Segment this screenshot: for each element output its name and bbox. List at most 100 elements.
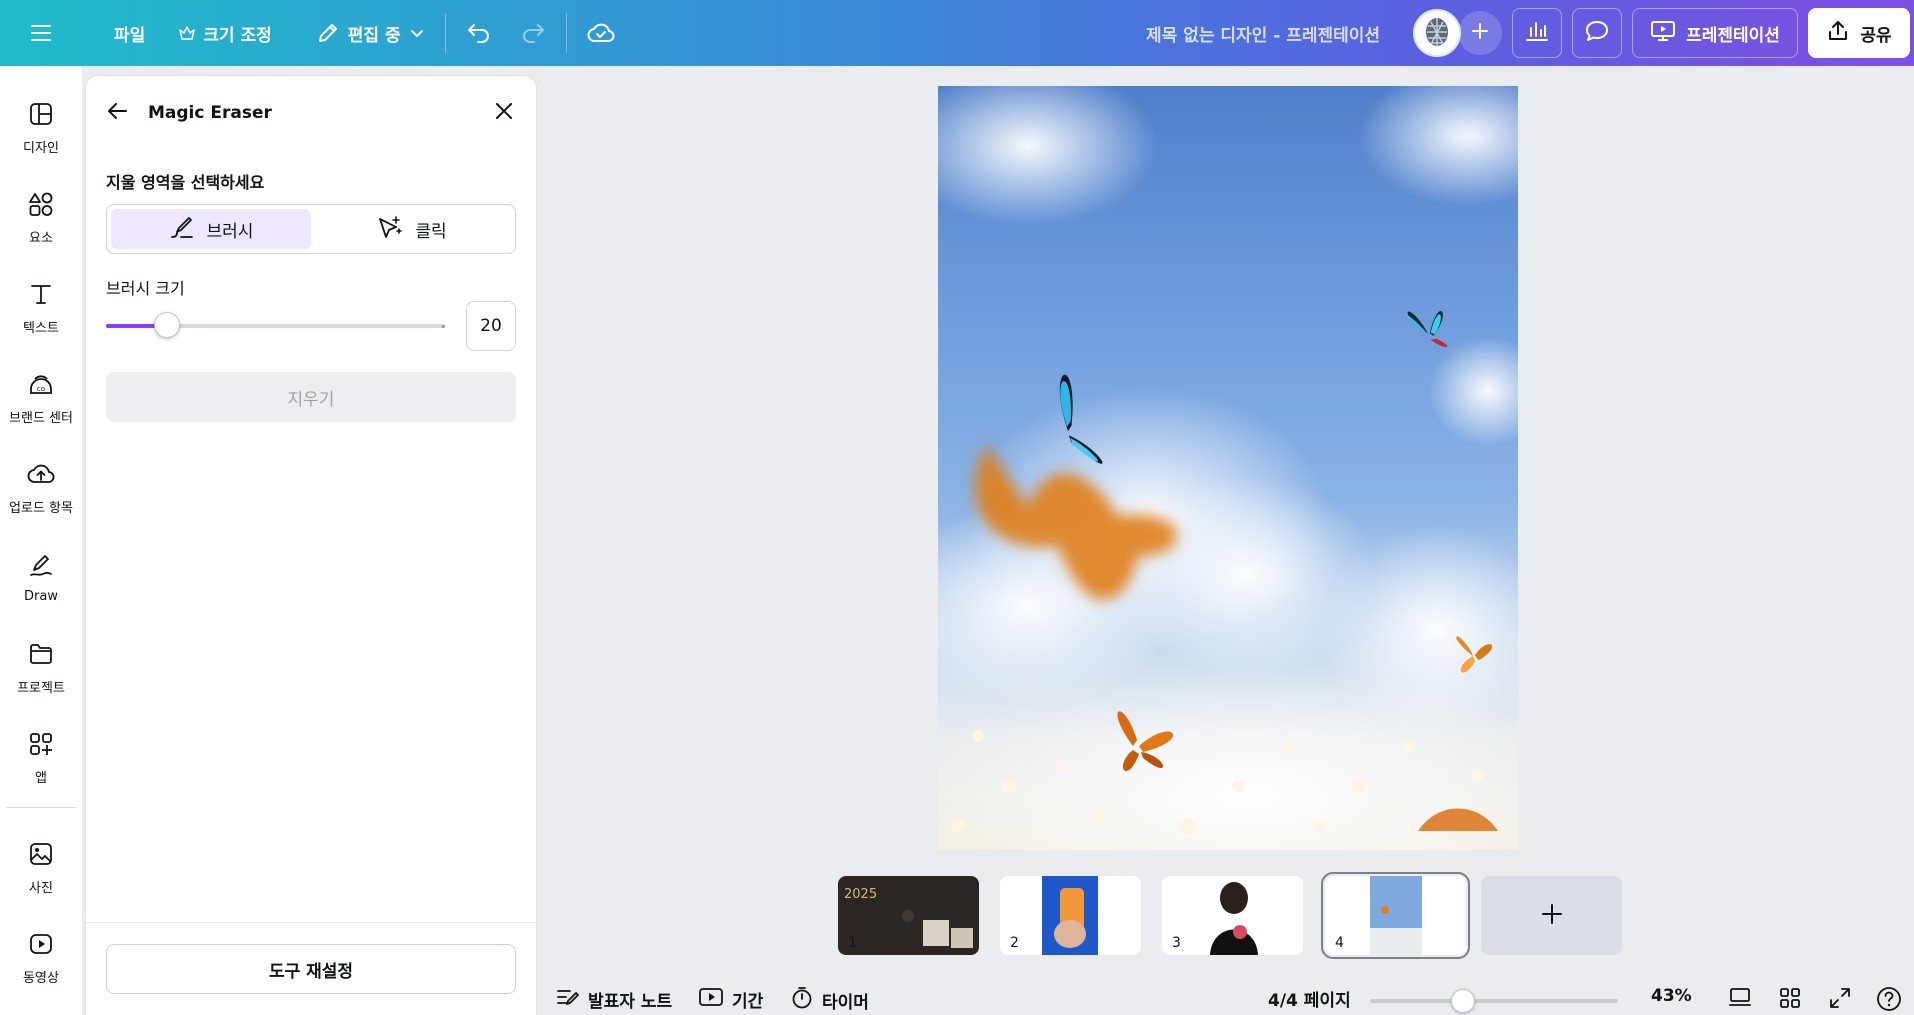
menu-button[interactable] — [26, 10, 56, 56]
page-2-preview — [1000, 876, 1141, 955]
brush-icon — [169, 214, 195, 245]
help-button[interactable] — [1876, 986, 1902, 1015]
redo-icon — [520, 22, 546, 44]
page-3-preview — [1162, 876, 1303, 955]
sidebar-item-text[interactable]: 텍스트 — [0, 268, 82, 348]
brush-size-input[interactable]: 20 — [466, 301, 516, 351]
page-thumbnail[interactable]: 2025 1 — [838, 876, 979, 955]
zoom-label: 43% — [1651, 986, 1692, 1006]
sidebar-item-uploads[interactable]: 업로드 항목 — [0, 448, 82, 528]
back-arrow-icon[interactable] — [106, 99, 130, 127]
apps-icon — [28, 731, 54, 761]
file-menu-label: 파일 — [114, 25, 146, 46]
footer-divider — [86, 922, 536, 923]
redo-button[interactable] — [506, 10, 560, 56]
magic-eraser-panel: Magic Eraser 지울 영역을 선택하세요 브러시 클릭 브러시 크기 … — [86, 76, 536, 1015]
sidebar-item-label: 텍스트 — [23, 320, 59, 336]
sidebar-item-label: 요소 — [29, 230, 53, 246]
share-label: 공유 — [1860, 25, 1892, 46]
text-icon — [28, 281, 54, 311]
slider-end-dot — [442, 325, 445, 328]
share-button[interactable]: 공유 — [1808, 8, 1910, 58]
pencil-icon — [316, 21, 340, 45]
save-status-button[interactable] — [573, 10, 629, 56]
notes-view-button[interactable] — [1728, 986, 1752, 1013]
folder-icon — [28, 641, 54, 671]
file-menu-button[interactable]: 파일 — [100, 10, 159, 56]
stopwatch-icon — [790, 986, 814, 1015]
grid-view-button[interactable] — [1778, 986, 1802, 1015]
zoom-slider[interactable] — [1370, 999, 1618, 1003]
fullscreen-button[interactable] — [1828, 986, 1852, 1015]
slider-thumb[interactable] — [154, 312, 180, 338]
sidebar-item-label: 앱 — [35, 770, 47, 786]
sidebar-item-projects[interactable]: 프로젝트 — [0, 628, 82, 708]
comment-icon — [1584, 19, 1610, 48]
speaker-notes-button[interactable]: 발표자 노트 — [556, 986, 672, 1013]
click-mode-button[interactable]: 클릭 — [311, 209, 511, 249]
add-collaborator-button[interactable] — [1458, 11, 1502, 55]
brush-mode-button[interactable]: 브러시 — [111, 209, 311, 249]
page-indicator[interactable]: 4/4 페이지 — [1268, 986, 1351, 1011]
page-1-preview: 2025 — [838, 876, 979, 955]
resize-button[interactable]: 크기 조정 — [165, 10, 285, 56]
sidebar-item-apps[interactable]: 앱 — [0, 718, 82, 798]
sidebar-item-brand[interactable]: co 브랜드 센터 — [0, 358, 82, 438]
sidebar-item-label: Draw — [24, 588, 58, 604]
canvas-page-image[interactable] — [938, 86, 1518, 850]
expand-icon — [1828, 986, 1852, 1015]
sidebar-item-label: 업로드 항목 — [9, 500, 73, 516]
add-page-button[interactable] — [1481, 876, 1622, 955]
sidebar-item-label: 사진 — [29, 880, 53, 896]
page-thumbnail[interactable]: 2 — [1000, 876, 1141, 955]
select-area-label: 지울 영역을 선택하세요 — [106, 173, 265, 192]
brush-size-slider[interactable] — [106, 312, 444, 338]
sidebar-item-elements[interactable]: 요소 — [0, 178, 82, 258]
timer-label: 타이머 — [822, 993, 869, 1013]
bar-chart-icon — [1525, 20, 1549, 47]
present-label: 프레젠테이션 — [1686, 25, 1780, 46]
divider — [444, 13, 446, 53]
erase-button[interactable]: 지우기 — [106, 372, 516, 422]
page-number: 1 — [848, 935, 857, 951]
page-thumbnail-selected[interactable]: 4 — [1321, 872, 1470, 959]
plus-icon — [1540, 902, 1564, 930]
avatar[interactable] — [1413, 9, 1461, 57]
brush-size-label: 브러시 크기 — [106, 279, 185, 298]
reset-tool-button[interactable]: 도구 재설정 — [106, 944, 516, 994]
mode-toggle: 브러시 클릭 — [106, 204, 516, 254]
panel-header: Magic Eraser — [106, 96, 516, 130]
chevron-down-icon — [409, 25, 425, 41]
click-mode-label: 클릭 — [415, 221, 447, 242]
sidebar-item-videos[interactable]: 동영상 — [0, 918, 82, 998]
edit-mode-label: 편집 중 — [347, 25, 401, 46]
left-sidebar: 디자인 요소 텍스트 co 브랜드 센터 업로드 항목 Draw 프로젝트 앱 … — [0, 66, 82, 1015]
duration-button[interactable]: 기간 — [698, 986, 763, 1013]
sidebar-item-design[interactable]: 디자인 — [0, 88, 82, 168]
zoom-level[interactable]: 43% — [1651, 986, 1692, 1006]
upload-icon — [1826, 19, 1850, 48]
plus-icon — [1470, 21, 1490, 45]
resize-label: 크기 조정 — [203, 25, 272, 46]
sidebar-item-label: 프로젝트 — [17, 680, 65, 696]
video-icon — [28, 931, 54, 961]
sidebar-item-draw[interactable]: Draw — [0, 538, 82, 618]
page-thumbnail[interactable]: 3 — [1162, 876, 1303, 955]
sidebar-item-photos[interactable]: 사진 — [0, 828, 82, 908]
close-icon[interactable] — [492, 99, 516, 127]
document-title[interactable]: 제목 없는 디자인 - 프레젠테이션 — [1146, 0, 1380, 66]
edit-mode-dropdown[interactable]: 편집 중 — [302, 10, 439, 56]
timer-button[interactable]: 타이머 — [790, 986, 869, 1015]
present-button[interactable]: 프레젠테이션 — [1632, 8, 1798, 58]
undo-icon — [466, 22, 492, 44]
undo-button[interactable] — [452, 10, 506, 56]
comments-button[interactable] — [1572, 8, 1622, 58]
help-icon — [1876, 986, 1902, 1015]
page-number: 2 — [1010, 935, 1019, 951]
notes-label: 발표자 노트 — [588, 992, 673, 1012]
present-icon — [1650, 19, 1676, 48]
grid-icon — [1778, 986, 1802, 1015]
brush-mode-label: 브러시 — [206, 221, 254, 242]
insights-button[interactable] — [1512, 8, 1562, 58]
zoom-slider-thumb[interactable] — [1451, 989, 1475, 1013]
